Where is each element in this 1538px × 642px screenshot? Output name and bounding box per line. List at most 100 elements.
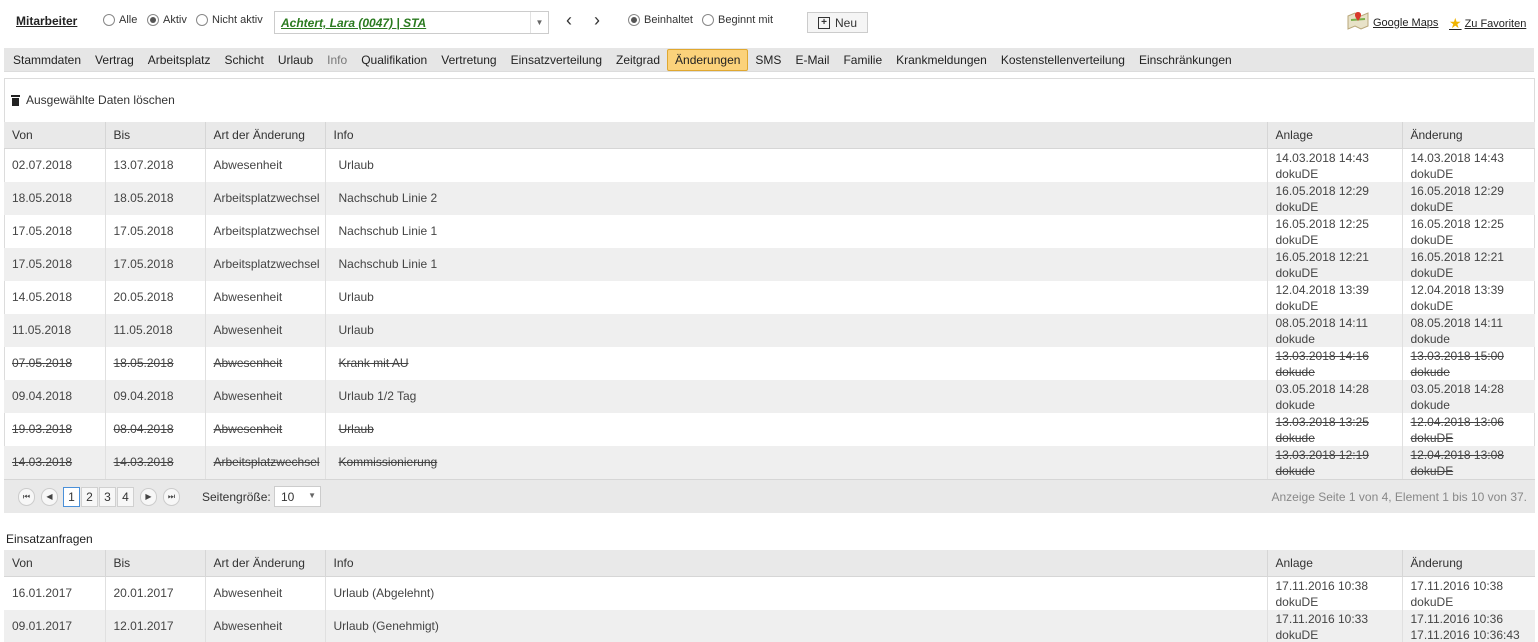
- tab-aenderungen[interactable]: Änderungen: [667, 48, 749, 71]
- first-page-button[interactable]: ⏮: [18, 488, 35, 506]
- page-button-2[interactable]: 2: [81, 487, 98, 507]
- tab-einsatzverteilung[interactable]: Einsatzverteilung: [504, 49, 609, 71]
- match-label-beginnt-mit: Beginnt mit: [718, 14, 774, 26]
- tab-stammdaten[interactable]: Stammdaten: [6, 49, 88, 71]
- table-row[interactable]: 17.05.2018 17.05.2018 Arbeitsplatzwechsel N…: [4, 247, 1535, 281]
- match-radio-beinhaltet[interactable]: Beinhaltet: [628, 14, 693, 26]
- cell-anlage-user: dokuDE: [1275, 298, 1319, 313]
- next-page-button[interactable]: ▶: [140, 488, 157, 506]
- cell-anlage-user: dokude: [1275, 463, 1315, 478]
- cell-bis: 17.05.2018: [104, 247, 205, 281]
- match-radio-beginnt-mit[interactable]: Beginnt mit: [702, 14, 773, 26]
- tab-sms[interactable]: SMS: [748, 49, 788, 71]
- previous-page-button[interactable]: ◀: [41, 488, 58, 506]
- cell-anlage: 12.04.2018 13:39 dokuDE: [1266, 280, 1402, 314]
- table-row[interactable]: 02.07.2018 13.07.2018 Abwesenheit Urlaub 14.…: [4, 148, 1535, 182]
- column-header-info[interactable]: Info: [324, 122, 1267, 149]
- tab-qualifikation[interactable]: Qualifikation: [354, 49, 434, 71]
- tab-vertrag[interactable]: Vertrag: [88, 49, 141, 71]
- radio-icon: [196, 14, 208, 26]
- employee-link-title[interactable]: Mitarbeiter: [16, 14, 77, 28]
- next-employee-button[interactable]: ›: [589, 10, 605, 31]
- changes-table: Von Bis Art der Änderung Info Anlage Änd…: [4, 122, 1535, 479]
- filter-radio-aktiv[interactable]: Aktiv: [147, 14, 187, 26]
- cell-anlage-timestamp: 17.11.2016 10:33: [1275, 611, 1369, 626]
- cell-aenderung-timestamp: 16.05.2018 12:21: [1410, 249, 1504, 264]
- cell-aenderung-user: dokuDE: [1410, 298, 1454, 313]
- google-maps-link[interactable]: Google Maps: [1347, 10, 1438, 30]
- cell-anlage-timestamp: 08.05.2018 14:11: [1275, 315, 1369, 330]
- cell-aenderung: 16.05.2018 12:21 dokuDE: [1401, 247, 1535, 281]
- cell-von: 14.05.2018: [12, 290, 73, 304]
- delete-selected-button[interactable]: Ausgewählte Daten löschen: [11, 93, 175, 107]
- cell-anlage-timestamp: 13.03.2018 12:19: [1275, 447, 1369, 462]
- cell-von: 02.07.2018: [12, 158, 73, 172]
- cell-aenderung: 03.05.2018 14:28 dokude: [1401, 379, 1535, 413]
- tab-krankmeldungen[interactable]: Krankmeldungen: [889, 49, 994, 71]
- tab-arbeitsplatz[interactable]: Arbeitsplatz: [141, 49, 218, 71]
- column-header-von[interactable]: Von: [4, 122, 105, 149]
- tab-kostenstellenverteilung[interactable]: Kostenstellenverteilung: [994, 49, 1132, 71]
- last-page-button[interactable]: ⏭: [163, 488, 180, 506]
- cell-art: Abwesenheit: [204, 412, 325, 446]
- column-header-art[interactable]: Art der Änderung: [204, 550, 325, 577]
- cell-bis: 14.03.2018: [104, 445, 205, 479]
- table-row[interactable]: 18.05.2018 18.05.2018 Arbeitsplatzwechsel N…: [4, 181, 1535, 215]
- page-button-1[interactable]: 1: [63, 487, 80, 507]
- cell-info: Nachschub Linie 1: [324, 214, 1267, 248]
- table-row[interactable]: 16.01.2017 20.01.2017 Abwesenheit Urlaub (A…: [4, 576, 1535, 610]
- google-maps-label: Google Maps: [1373, 16, 1439, 29]
- cell-aenderung-timestamp: 17.11.2016 10:36: [1410, 611, 1504, 626]
- column-header-aenderung[interactable]: Änderung: [1401, 550, 1535, 577]
- filter-radio-nicht-aktiv[interactable]: Nicht aktiv: [196, 14, 263, 26]
- tab-info[interactable]: Info: [320, 49, 354, 71]
- page-button-4[interactable]: 4: [117, 487, 134, 507]
- table-row[interactable]: 14.03.2018 14.03.2018 Arbeitsplatzwechsel K…: [4, 445, 1535, 479]
- table-row[interactable]: 17.05.2018 17.05.2018 Arbeitsplatzwechsel N…: [4, 214, 1535, 248]
- cell-aenderung-user: dokuDE: [1410, 594, 1454, 609]
- pager-info: Anzeige Seite 1 von 4, Element 1 bis 10 …: [1271, 490, 1528, 504]
- cell-anlage-timestamp: 16.05.2018 12:29: [1275, 183, 1369, 198]
- column-header-info[interactable]: Info: [324, 550, 1267, 577]
- column-header-anlage[interactable]: Anlage: [1266, 122, 1402, 149]
- table-row[interactable]: 14.05.2018 20.05.2018 Abwesenheit Urlaub 12.…: [4, 280, 1535, 314]
- column-header-bis[interactable]: Bis: [104, 550, 205, 577]
- new-button-label: Neu: [834, 15, 857, 30]
- page-button-3[interactable]: 3: [99, 487, 116, 507]
- tab-familie[interactable]: Familie: [836, 49, 889, 71]
- tab-vertretung[interactable]: Vertretung: [434, 49, 503, 71]
- new-button[interactable]: + Neu: [807, 12, 868, 33]
- filter-label-nicht-aktiv: Nicht aktiv: [212, 14, 263, 26]
- table-row[interactable]: 09.04.2018 09.04.2018 Abwesenheit Urlaub 1/…: [4, 379, 1535, 413]
- cell-aenderung-user: dokude: [1410, 331, 1450, 346]
- cell-bis: 11.05.2018: [104, 313, 205, 347]
- map-icon: [1347, 10, 1369, 30]
- employee-select[interactable]: Achtert, Lara (0047) | STA ▼: [274, 11, 549, 34]
- previous-employee-button[interactable]: ‹: [561, 10, 577, 31]
- cell-info: Nachschub Linie 2: [324, 181, 1267, 215]
- tab-einschraenkungen[interactable]: Einschränkungen: [1132, 49, 1239, 71]
- table-row[interactable]: 19.03.2018 08.04.2018 Abwesenheit Urlaub 13.…: [4, 412, 1535, 446]
- cell-bis: 18.05.2018: [104, 181, 205, 215]
- employee-select-value: Achtert, Lara (0047) | STA: [281, 16, 427, 30]
- column-header-anlage[interactable]: Anlage: [1266, 550, 1402, 577]
- table-row[interactable]: 07.05.2018 18.05.2018 Abwesenheit Krank mit…: [4, 346, 1535, 380]
- filter-radio-alle[interactable]: Alle: [103, 14, 137, 26]
- tab-schicht[interactable]: Schicht: [217, 49, 270, 71]
- tab-email[interactable]: E-Mail: [788, 49, 836, 71]
- column-header-art[interactable]: Art der Änderung: [204, 122, 325, 149]
- chevron-down-icon[interactable]: ▼: [530, 12, 548, 33]
- tab-zeitgrad[interactable]: Zeitgrad: [609, 49, 667, 71]
- tab-urlaub[interactable]: Urlaub: [271, 49, 320, 71]
- cell-aenderung-timestamp: 14.03.2018 14:43: [1410, 150, 1504, 165]
- table-row[interactable]: 09.01.2017 12.01.2017 Abwesenheit Urlaub (G…: [4, 609, 1535, 642]
- column-header-von[interactable]: Von: [4, 550, 105, 577]
- column-header-aenderung[interactable]: Änderung: [1401, 122, 1535, 149]
- table-row[interactable]: 11.05.2018 11.05.2018 Abwesenheit Urlaub 08.…: [4, 313, 1535, 347]
- page-size-select[interactable]: 10 ▼: [274, 486, 321, 507]
- column-header-bis[interactable]: Bis: [104, 122, 205, 149]
- cell-bis: 13.07.2018: [104, 148, 205, 182]
- cell-aenderung-timestamp: 12.04.2018 13:06: [1410, 414, 1504, 429]
- cell-anlage: 13.03.2018 14:16 dokude: [1266, 346, 1402, 380]
- favorites-link[interactable]: ★ Zu Favoriten: [1449, 15, 1526, 32]
